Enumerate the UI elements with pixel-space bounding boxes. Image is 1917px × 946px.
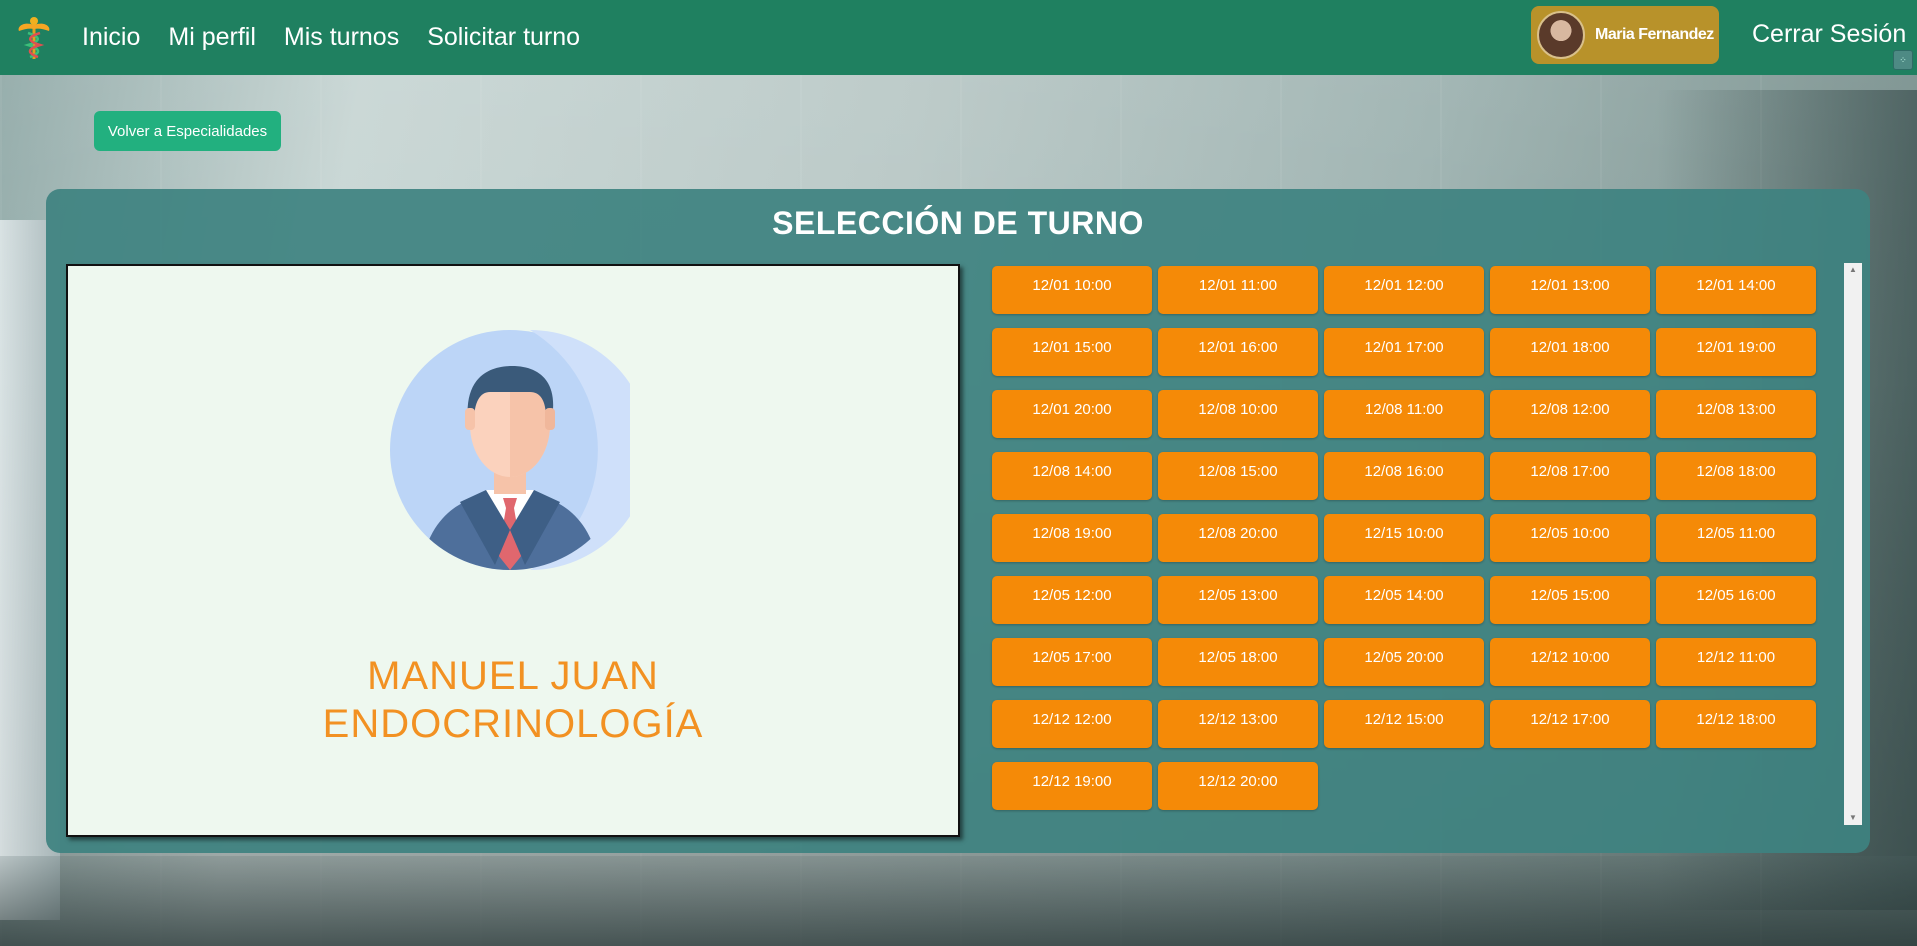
time-slot-button[interactable]: 12/12 12:00 [992, 700, 1152, 748]
time-slot-button[interactable]: 12/08 12:00 [1490, 390, 1650, 438]
time-slot-button[interactable]: 12/01 10:00 [992, 266, 1152, 314]
time-slot-button[interactable]: 12/05 18:00 [1158, 638, 1318, 686]
scroll-up-arrow-icon[interactable]: ▲ [1844, 263, 1862, 277]
logout-link[interactable]: Cerrar Sesión [1752, 20, 1906, 49]
nav-link-inicio[interactable]: Inicio [82, 23, 154, 52]
time-slot-button[interactable]: 12/08 15:00 [1158, 452, 1318, 500]
scrollbar-thumb[interactable] [1847, 279, 1859, 809]
time-slot-button[interactable]: 12/08 11:00 [1324, 390, 1484, 438]
caduceus-icon[interactable] [14, 14, 54, 62]
doctor-name: MANUEL JUAN [367, 654, 659, 698]
time-slot-button[interactable]: 12/15 10:00 [1324, 514, 1484, 562]
time-slot-button[interactable]: 12/01 14:00 [1656, 266, 1816, 314]
scroll-down-arrow-icon[interactable]: ▼ [1844, 811, 1862, 825]
time-slot-button[interactable]: 12/05 12:00 [992, 576, 1152, 624]
nav-links: Inicio Mi perfil Mis turnos Solicitar tu… [82, 23, 594, 52]
time-slot-button[interactable]: 12/08 18:00 [1656, 452, 1816, 500]
time-slot-button[interactable]: 12/08 17:00 [1490, 452, 1650, 500]
time-slot-button[interactable]: 12/01 11:00 [1158, 266, 1318, 314]
back-to-specialties-button[interactable]: Volver a Especialidades [94, 111, 281, 151]
time-slot-button[interactable]: 12/05 14:00 [1324, 576, 1484, 624]
time-slot-button[interactable]: 12/08 13:00 [1656, 390, 1816, 438]
doctor-name-specialty: MANUEL JUAN ENDOCRINOLOGÍA [68, 652, 958, 748]
time-slot-button[interactable]: 12/08 10:00 [1158, 390, 1318, 438]
time-slots-list[interactable]: 12/01 10:00 12/01 11:00 12/01 12:00 12/0… [988, 263, 1862, 825]
time-slot-button[interactable]: 12/01 17:00 [1324, 328, 1484, 376]
navbar: Inicio Mi perfil Mis turnos Solicitar tu… [0, 0, 1917, 75]
doctor-specialty: ENDOCRINOLOGÍA [322, 702, 704, 746]
avatar [1537, 11, 1585, 59]
time-slot-button[interactable]: 12/12 10:00 [1490, 638, 1650, 686]
time-slot-button[interactable]: 12/05 10:00 [1490, 514, 1650, 562]
time-slot-button[interactable]: 12/05 15:00 [1490, 576, 1650, 624]
time-slot-button[interactable]: 12/08 16:00 [1324, 452, 1484, 500]
time-slots-grid: 12/01 10:00 12/01 11:00 12/01 12:00 12/0… [992, 266, 1822, 810]
time-slot-button[interactable]: 12/01 16:00 [1158, 328, 1318, 376]
time-slot-button[interactable]: 12/08 20:00 [1158, 514, 1318, 562]
nav-link-mi-perfil[interactable]: Mi perfil [154, 23, 270, 52]
time-slot-button[interactable]: 12/12 17:00 [1490, 700, 1650, 748]
time-slot-button[interactable]: 12/12 11:00 [1656, 638, 1816, 686]
nav-link-mis-turnos[interactable]: Mis turnos [270, 23, 413, 52]
time-slot-button[interactable]: 12/01 15:00 [992, 328, 1152, 376]
doctor-card: MANUEL JUAN ENDOCRINOLOGÍA [66, 264, 960, 837]
user-profile-chip[interactable]: Maria Fernandez [1531, 6, 1719, 64]
time-slot-button[interactable]: 12/08 14:00 [992, 452, 1152, 500]
user-name: Maria Fernandez [1595, 26, 1714, 43]
time-slot-button[interactable]: 12/12 20:00 [1158, 762, 1318, 810]
appointment-selection-panel: SELECCIÓN DE TURNO MANUEL JUAN ENDOCRINO… [46, 189, 1870, 853]
time-slot-button[interactable]: 12/05 20:00 [1324, 638, 1484, 686]
time-slot-button[interactable]: 12/05 17:00 [992, 638, 1152, 686]
background-floor [0, 856, 1917, 946]
nav-link-solicitar-turno[interactable]: Solicitar turno [413, 23, 594, 52]
time-slot-button[interactable]: 12/05 16:00 [1656, 576, 1816, 624]
time-slot-button[interactable]: 12/01 19:00 [1656, 328, 1816, 376]
time-slot-button[interactable]: 12/12 13:00 [1158, 700, 1318, 748]
time-slot-button[interactable]: 12/12 19:00 [992, 762, 1152, 810]
time-slot-button[interactable]: 12/05 13:00 [1158, 576, 1318, 624]
page-title: SELECCIÓN DE TURNO [772, 205, 1144, 241]
time-slot-button[interactable]: 12/01 18:00 [1490, 328, 1650, 376]
extension-icon[interactable]: ⁘ [1893, 50, 1913, 70]
doctor-avatar-icon [390, 330, 650, 570]
time-slot-button[interactable]: 12/01 12:00 [1324, 266, 1484, 314]
time-slot-button[interactable]: 12/01 13:00 [1490, 266, 1650, 314]
scrollbar[interactable]: ▲ ▼ [1844, 263, 1862, 825]
time-slot-button[interactable]: 12/01 20:00 [992, 390, 1152, 438]
time-slot-button[interactable]: 12/12 15:00 [1324, 700, 1484, 748]
time-slot-button[interactable]: 12/12 18:00 [1656, 700, 1816, 748]
time-slot-button[interactable]: 12/08 19:00 [992, 514, 1152, 562]
time-slot-button[interactable]: 12/05 11:00 [1656, 514, 1816, 562]
